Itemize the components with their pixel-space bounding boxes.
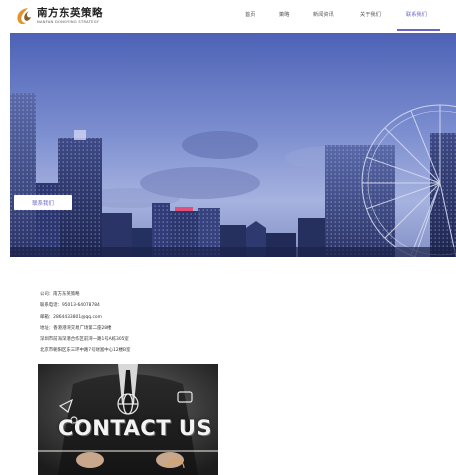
contact-info: 公司：南方东英策略 联系电话：95013-64078784 邮箱：2864433… [40, 289, 130, 357]
contact-company: 公司：南方东英策略 [40, 292, 80, 297]
contact-us-heading: CONTACT US [58, 416, 213, 440]
contact-address-bj: 北京市朝阳区东三环中路7号财富中心12楼B室 [40, 348, 131, 354]
nav-active-indicator [397, 29, 440, 31]
nav-item-strategy[interactable]: 策略 [279, 11, 289, 18]
site-header: 南方东英策略 NANFAN DONGYING STRATEGY 首页 策略 新闻… [0, 0, 456, 32]
nav-item-contact[interactable]: 联系我们 [406, 11, 427, 18]
brand-name: 南方东英策略 [37, 7, 103, 19]
contact-phone: 联系电话：95013-64078784 [40, 303, 100, 309]
banner-contact-button[interactable]: 联系我们 [14, 195, 72, 210]
contact-us-image: CONTACT US [38, 364, 218, 475]
hero-banner: 联系我们 [10, 33, 456, 257]
nav-item-home[interactable]: 首页 [245, 11, 255, 18]
nav-item-news[interactable]: 新闻资讯 [313, 11, 334, 18]
brand-logo-icon [17, 8, 31, 25]
contact-address-hk: 地址：香港港湾交易广场第二座28楼 [40, 325, 112, 331]
contact-address-sz: 深圳市前海深港合作区前湾一路1号A栋305室 [40, 337, 129, 343]
brand-logo[interactable]: 南方东英策略 NANFAN DONGYING STRATEGY [14, 6, 103, 26]
contact-email: 邮箱：2864433801@qq.com [40, 314, 102, 320]
city-skyline-image [10, 33, 456, 257]
nav-item-about[interactable]: 关于我们 [360, 11, 381, 18]
brand-tagline: NANFAN DONGYING STRATEGY [37, 20, 100, 24]
